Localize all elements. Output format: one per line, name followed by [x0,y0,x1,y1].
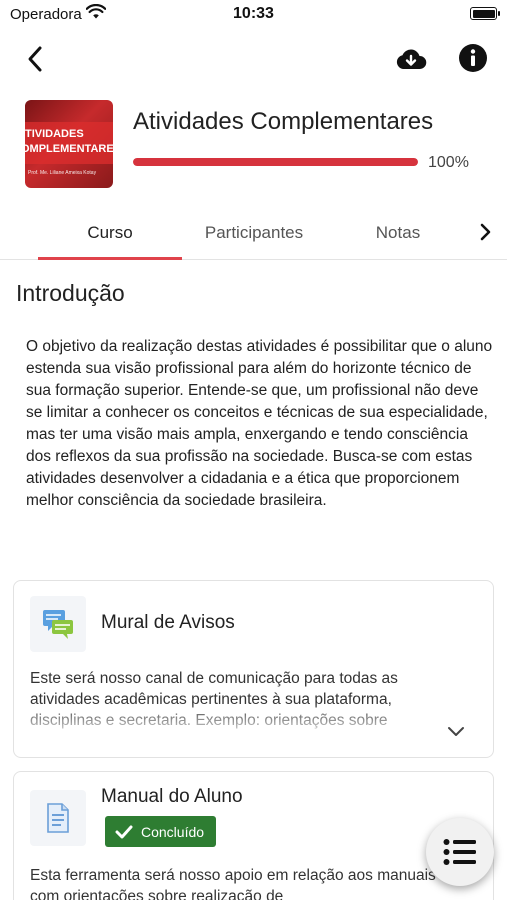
activity-card-manual-do-aluno[interactable]: Manual do Aluno Concluído Esta ferrament… [13,771,494,900]
tab-curso[interactable]: Curso [38,208,182,258]
download-button[interactable] [393,41,429,77]
course-tabs: Curso Participantes Notas [0,208,507,260]
active-tab-indicator [38,257,182,260]
thumbnail-text-line3: Prof. Me. Liliane Ameixa Kotay [28,170,97,176]
expand-description-button[interactable] [445,721,467,743]
forum-chat-icon [30,596,86,652]
course-header: TIVIDADES OMPLEMENTARE Prof. Me. Liliane… [0,100,507,192]
thumbnail-text-line2: OMPLEMENTARE [25,143,113,155]
info-button[interactable] [457,42,489,74]
course-title: Atividades Complementares [133,108,434,135]
chevron-left-icon [28,46,42,72]
chevron-right-icon [480,223,491,241]
section-summary: O objetivo da realização destas atividad… [26,338,493,509]
clock: 10:33 [233,5,274,22]
chevron-down-icon [448,727,464,736]
tab-notas[interactable]: Notas [326,208,470,258]
completed-badge: Concluído [105,816,217,847]
check-icon [115,825,133,838]
status-bar: Operadora 10:33 [0,0,507,30]
course-progress-fill [133,158,418,166]
document-page-icon [30,790,86,846]
back-button[interactable] [18,42,52,76]
tab-participantes[interactable]: Participantes [182,208,326,258]
activity-card-mural-de-avisos[interactable]: Mural de Avisos Este será nosso canal de… [13,580,494,758]
cloud-download-icon [396,49,427,69]
battery-icon [470,7,500,20]
navigation-bar [0,30,507,88]
section-title: Introdução [16,280,125,306]
card-title: Mural de Avisos [101,612,235,633]
list-menu-icon [443,839,476,865]
completed-badge-label: Concluído [141,823,205,840]
tabs-next-button[interactable] [473,220,497,244]
course-thumbnail: TIVIDADES OMPLEMENTARE Prof. Me. Liliane… [25,100,113,188]
thumbnail-text-line1: TIVIDADES [25,128,84,140]
card-description: Este será nosso canal de comunicação par… [30,670,398,729]
card-description: Esta ferramenta será nosso apoio em rela… [30,867,436,900]
info-icon [459,44,487,72]
course-progress-bar [133,158,418,166]
course-index-button[interactable] [426,818,494,886]
course-progress-label: 100% [428,154,469,171]
card-title: Manual do Aluno [101,786,243,807]
